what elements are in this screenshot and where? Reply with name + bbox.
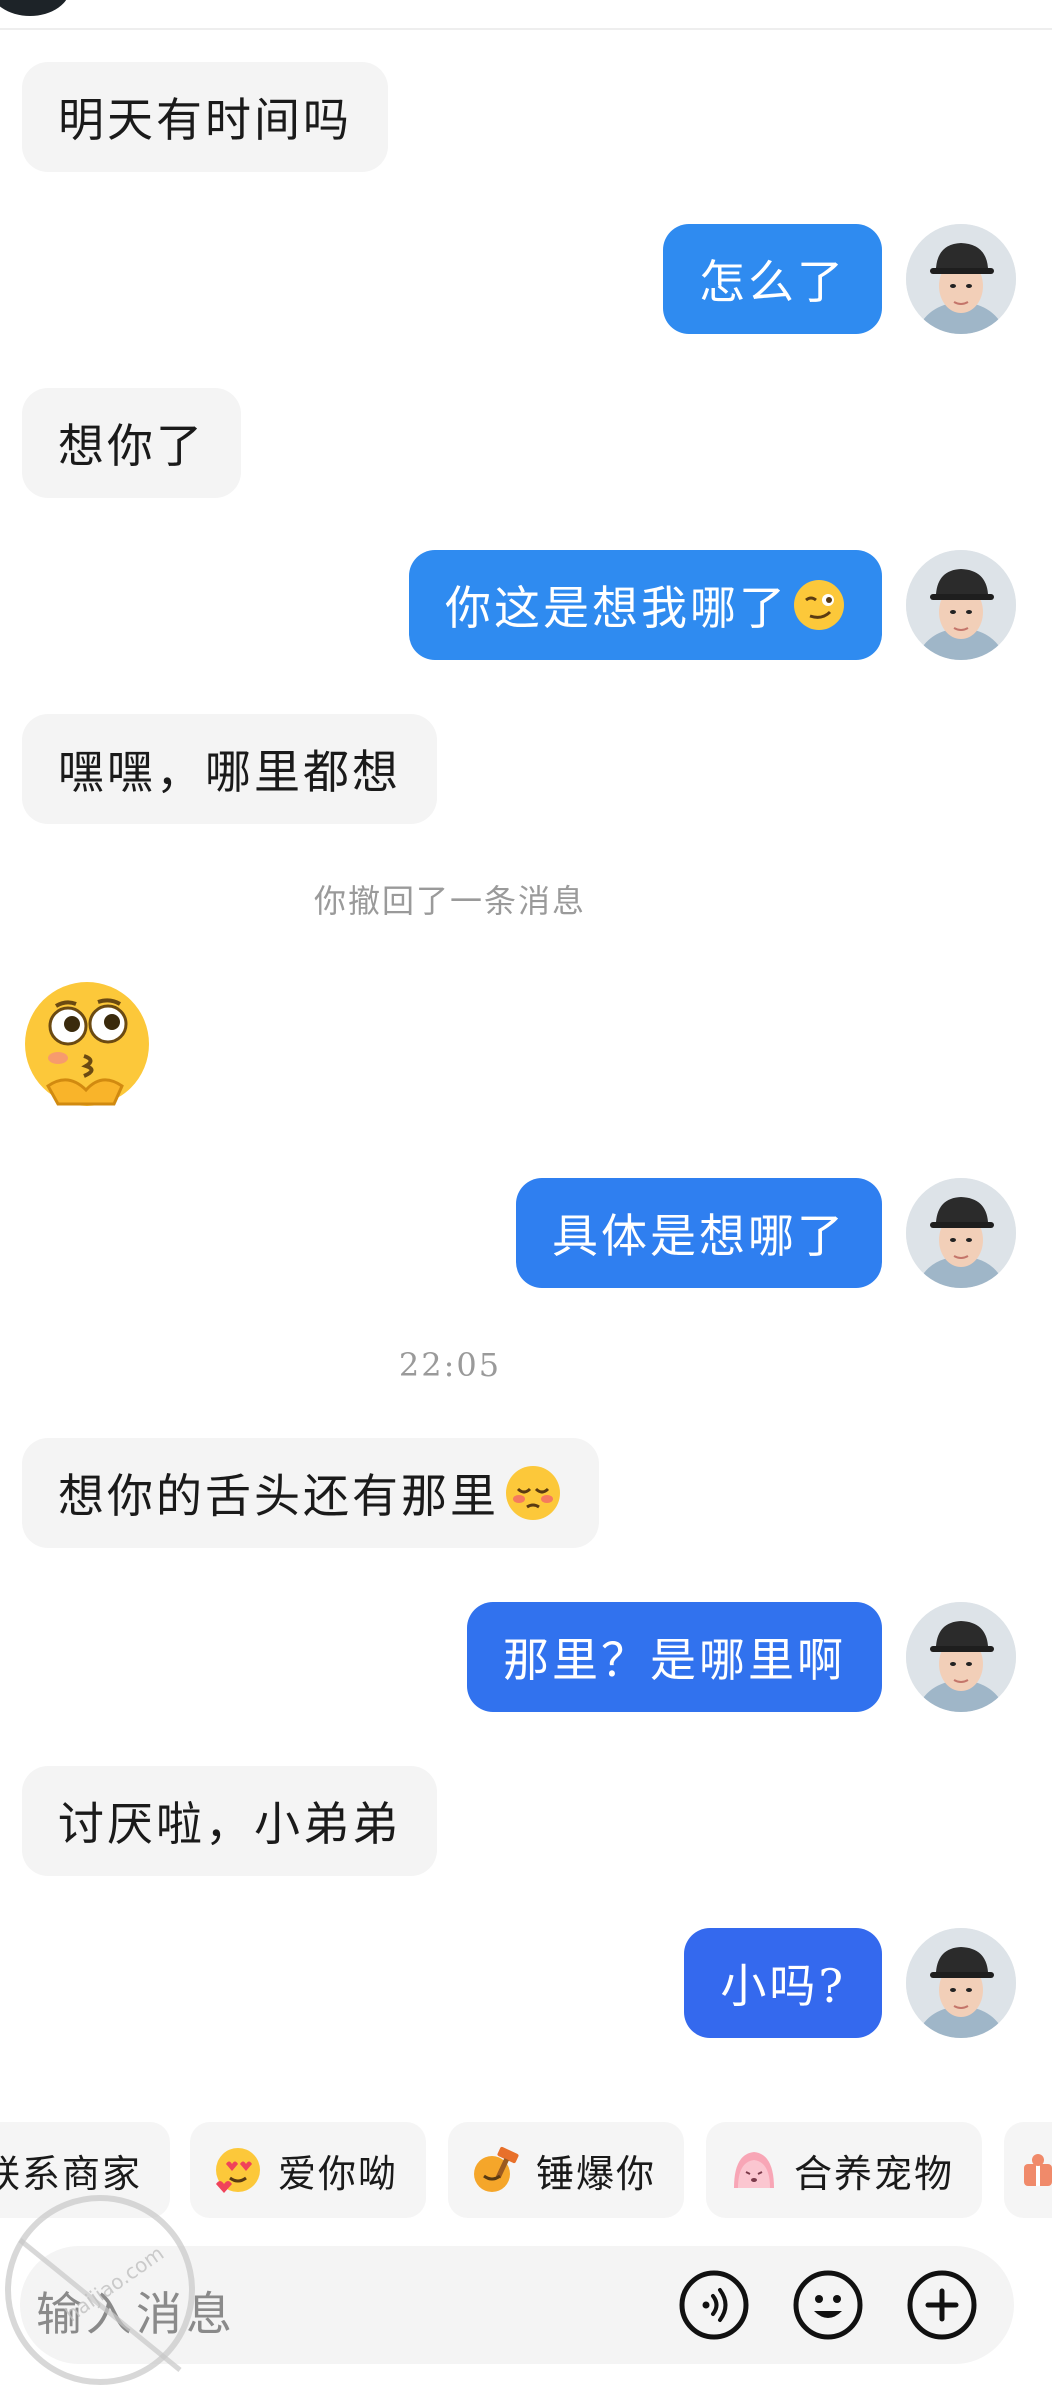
message-text: 怎么了 <box>699 255 846 309</box>
message-text: 想你的舌头还有那里 <box>58 1469 499 1523</box>
gift-icon <box>1024 2154 1052 2186</box>
blush-emoji-icon <box>506 1466 560 1520</box>
message-text: 明天有时间吗 <box>58 93 352 147</box>
shortcut-hammer-you[interactable]: 锤爆你 <box>448 2122 684 2218</box>
message-bubble-incoming[interactable]: 嘿嘿，哪里都想 <box>22 714 437 824</box>
shortcut-more[interactable] <box>1004 2122 1052 2218</box>
smirk-emoji-icon <box>794 580 844 630</box>
top-avatar-partial <box>0 0 70 16</box>
avatar[interactable] <box>906 550 1016 660</box>
shortcut-co-raise-pet[interactable]: 合养宠物 <box>706 2122 982 2218</box>
voice-icon[interactable] <box>678 2269 750 2341</box>
message-bubble-incoming[interactable]: 明天有时间吗 <box>22 62 388 172</box>
emoji-icon[interactable] <box>792 2269 864 2341</box>
message-text: 讨厌啦，小弟弟 <box>58 1797 401 1851</box>
avatar[interactable] <box>906 1602 1016 1712</box>
shortcut-label: 合养宠物 <box>794 2151 955 2196</box>
message-text: 具体是想哪了 <box>552 1209 846 1263</box>
message-text: 那里？是哪里啊 <box>503 1633 846 1687</box>
watermark-logo: haijiao.com <box>5 2195 195 2385</box>
pet-icon <box>734 2152 774 2188</box>
message-bubble-outgoing[interactable]: 具体是想哪了 <box>516 1178 882 1288</box>
avatar[interactable] <box>906 224 1016 334</box>
message-bubble-incoming[interactable]: 讨厌啦，小弟弟 <box>22 1766 437 1876</box>
avatar[interactable] <box>906 1928 1016 2038</box>
message-text: 小吗? <box>720 1959 846 2013</box>
message-text: 你这是想我哪了 <box>445 581 788 635</box>
message-bubble-outgoing[interactable]: 你这是想我哪了 <box>409 550 882 660</box>
plus-icon[interactable] <box>906 2269 978 2341</box>
message-text: 嘿嘿，哪里都想 <box>58 745 401 799</box>
message-bubble-outgoing[interactable]: 小吗? <box>684 1928 882 2038</box>
avatar[interactable] <box>906 1178 1016 1288</box>
header-divider <box>0 28 1052 30</box>
timestamp: 22:05 <box>398 1346 502 1384</box>
thinking-kiss-emoji-icon[interactable] <box>18 978 156 1116</box>
message-bubble-outgoing[interactable]: 那里？是哪里啊 <box>467 1602 882 1712</box>
shortcut-label: 爱你呦 <box>278 2151 399 2196</box>
shortcut-love-you[interactable]: 爱你呦 <box>190 2122 426 2218</box>
shortcut-label: 锤爆你 <box>536 2151 657 2196</box>
message-bubble-incoming[interactable]: 想你了 <box>22 388 241 498</box>
message-bubble-incoming[interactable]: 想你的舌头还有那里 <box>22 1438 599 1548</box>
message-text: 想你了 <box>58 419 205 473</box>
hammer-icon <box>474 2146 519 2192</box>
message-bubble-outgoing[interactable]: 怎么了 <box>663 224 882 334</box>
recall-notice: 你撤回了一条消息 <box>313 882 586 920</box>
